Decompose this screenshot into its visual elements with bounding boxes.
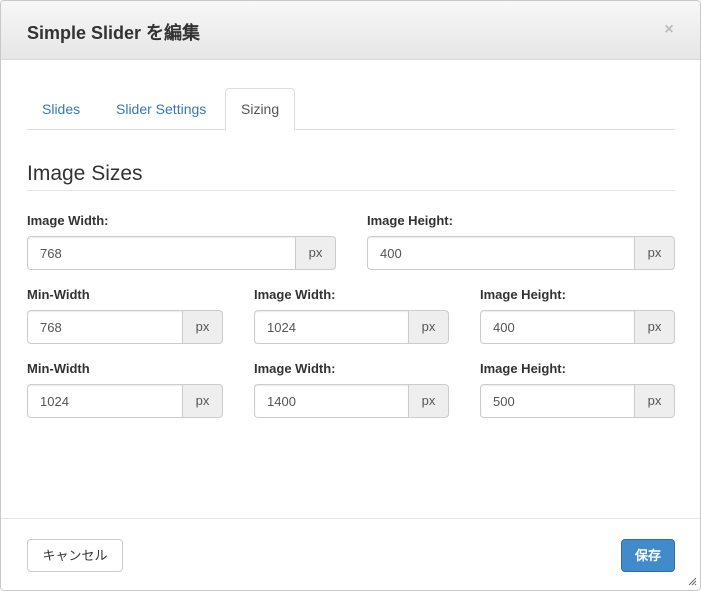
default-height-group: px — [367, 236, 675, 270]
unit-addon: px — [634, 310, 675, 344]
breakpoint-2-width-group: px — [254, 384, 449, 418]
tab-bar: Slides Slider Settings Sizing — [27, 88, 675, 131]
breakpoint-2-width-label: Image Width: — [254, 361, 336, 376]
unit-addon: px — [408, 384, 449, 418]
breakpoint-2-min-width-input[interactable] — [27, 384, 182, 418]
tab-slides[interactable]: Slides — [27, 88, 95, 130]
breakpoint-2-height-group: px — [480, 384, 675, 418]
breakpoint-1-height-group: px — [480, 310, 675, 344]
breakpoint-2-min-width-label: Min-Width — [27, 361, 90, 376]
unit-addon: px — [295, 236, 336, 270]
default-width-label: Image Width: — [27, 213, 109, 228]
breakpoint-2-height-input[interactable] — [480, 384, 634, 418]
breakpoint-2-width-input[interactable] — [254, 384, 408, 418]
resize-grip-icon[interactable] — [687, 576, 697, 586]
breakpoint-1-min-width-label: Min-Width — [27, 287, 90, 302]
default-width-input[interactable] — [27, 236, 295, 270]
unit-addon: px — [182, 384, 223, 418]
default-height-input[interactable] — [367, 236, 634, 270]
breakpoint-1-height-input[interactable] — [480, 310, 634, 344]
tab-sizing[interactable]: Sizing — [225, 88, 296, 131]
unit-addon: px — [408, 310, 449, 344]
breakpoint-1-height-label: Image Height: — [480, 287, 566, 302]
tab-slider-settings[interactable]: Slider Settings — [101, 88, 221, 130]
close-icon[interactable]: × — [661, 21, 677, 39]
unit-addon: px — [182, 310, 223, 344]
breakpoint-1-width-label: Image Width: — [254, 287, 336, 302]
breakpoint-1-min-width-group: px — [27, 310, 223, 344]
unit-addon: px — [634, 384, 675, 418]
default-width-group: px — [27, 236, 336, 270]
dialog-footer: キャンセル 保存 — [1, 518, 700, 590]
edit-slider-dialog: Simple Slider を編集 × Slides Slider Settin… — [0, 0, 701, 591]
save-button[interactable]: 保存 — [621, 539, 675, 572]
breakpoint-2-min-width-group: px — [27, 384, 223, 418]
dialog-header: Simple Slider を編集 × — [1, 1, 700, 60]
breakpoint-1-min-width-input[interactable] — [27, 310, 182, 344]
default-height-label: Image Height: — [367, 213, 453, 228]
dialog-title: Simple Slider を編集 — [27, 23, 201, 43]
section-title: Image Sizes — [27, 162, 143, 185]
section-divider — [27, 190, 675, 191]
cancel-button[interactable]: キャンセル — [27, 539, 123, 572]
breakpoint-1-width-input[interactable] — [254, 310, 408, 344]
breakpoint-1-width-group: px — [254, 310, 449, 344]
breakpoint-2-height-label: Image Height: — [480, 361, 566, 376]
unit-addon: px — [634, 236, 675, 270]
